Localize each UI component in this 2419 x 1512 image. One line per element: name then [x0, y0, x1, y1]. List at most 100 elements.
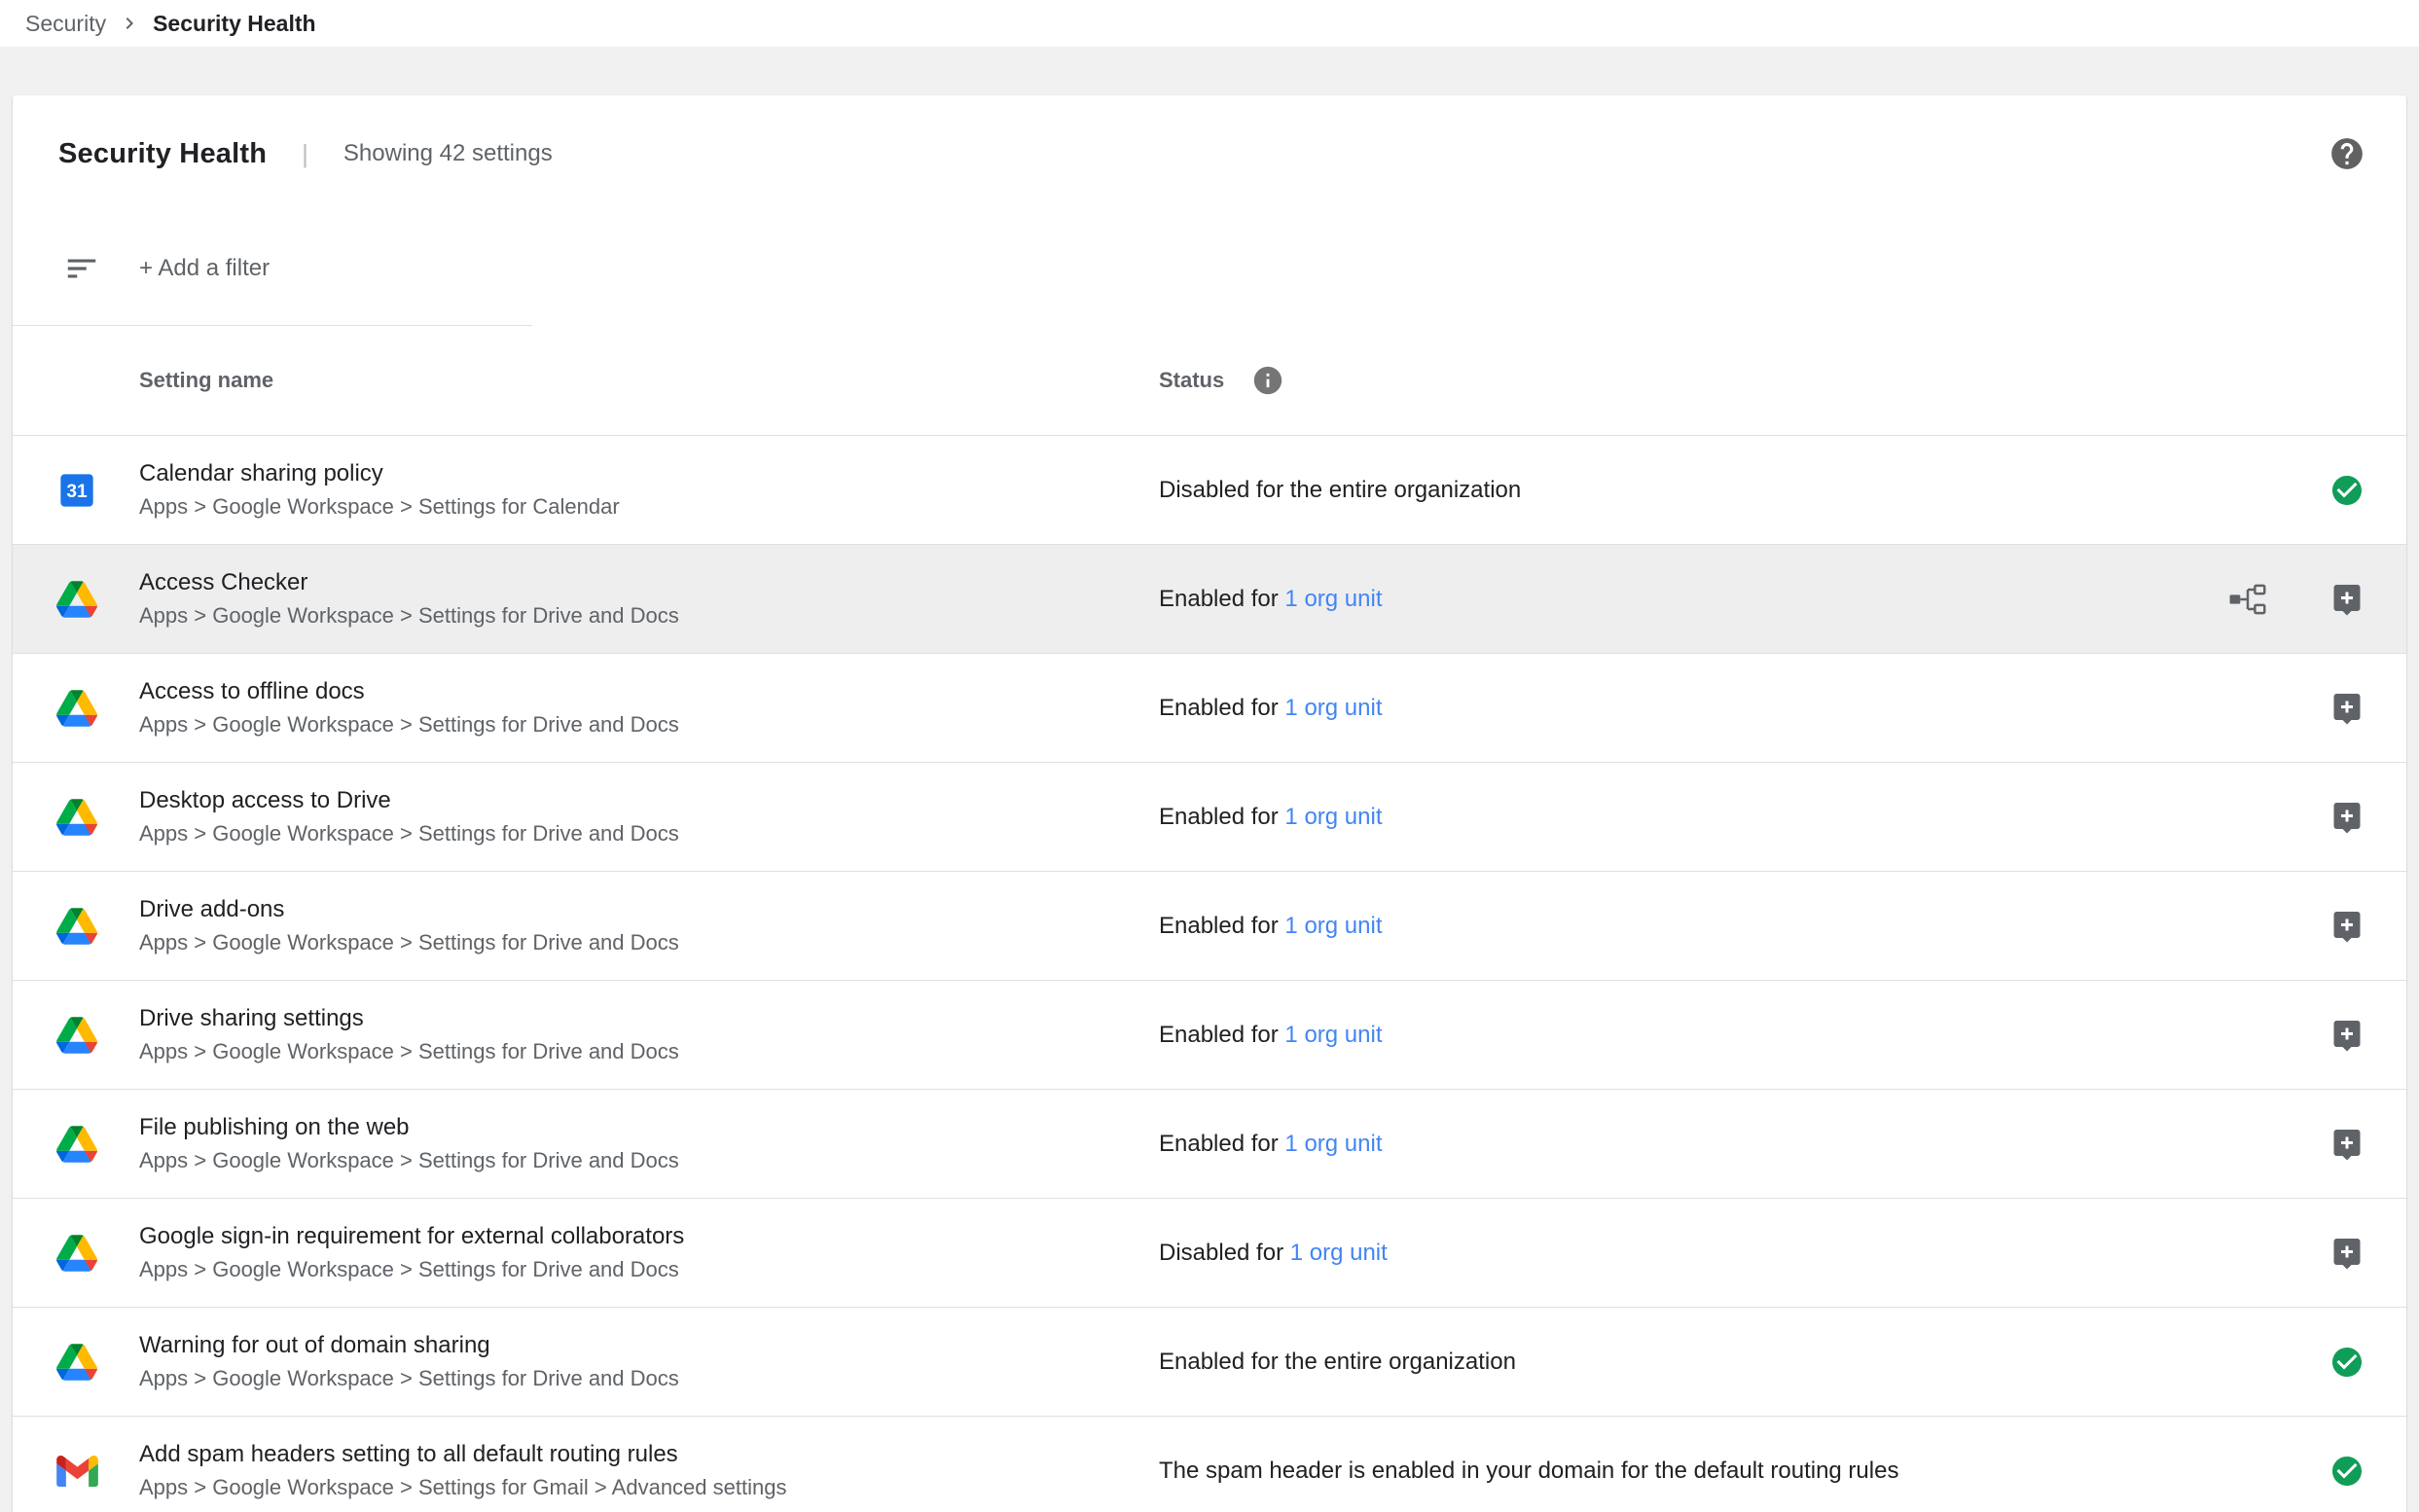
- recommendation-icon[interactable]: [2329, 691, 2365, 726]
- status-text: Enabled for: [1159, 913, 1284, 939]
- drive-icon: [55, 687, 98, 730]
- top-bar: Security Security Health: [0, 0, 2419, 47]
- recommendation-icon[interactable]: [2329, 909, 2365, 944]
- setting-name: Calendar sharing policy: [139, 459, 620, 487]
- status-text: Disabled for: [1159, 1240, 1290, 1266]
- status-column-label[interactable]: Status: [1159, 368, 1224, 393]
- status-text: Enabled for: [1159, 804, 1284, 830]
- setting-status: Enabled for 1 org unit: [1159, 1022, 1383, 1049]
- recommendation-icon[interactable]: [2329, 800, 2365, 835]
- org-unit-link[interactable]: 1 org unit: [1290, 1240, 1388, 1266]
- setting-path: Apps > Google Workspace > Settings for D…: [139, 821, 679, 846]
- setting-path: Apps > Google Workspace > Settings for D…: [139, 930, 679, 955]
- setting-status: Enabled for 1 org unit: [1159, 1131, 1383, 1158]
- status-text: Enabled for: [1159, 1131, 1284, 1157]
- row-actions: [2329, 800, 2365, 835]
- table-row[interactable]: Access to offline docs Apps > Google Wor…: [13, 653, 2406, 762]
- row-actions: [2329, 1236, 2365, 1271]
- row-actions: [2329, 1454, 2365, 1489]
- setting-status: Enabled for the entire organization: [1159, 1349, 1516, 1376]
- filter-bar: + Add a filter: [13, 212, 2406, 325]
- org-unit-link[interactable]: 1 org unit: [1284, 913, 1382, 939]
- table-row[interactable]: Add spam headers setting to all default …: [13, 1416, 2406, 1512]
- setting-name: File publishing on the web: [139, 1113, 679, 1141]
- recommendation-icon[interactable]: [2329, 1018, 2365, 1053]
- table-row[interactable]: Access Checker Apps > Google Workspace >…: [13, 544, 2406, 653]
- setting-name-cell: Access to offline docs Apps > Google Wor…: [139, 677, 679, 738]
- table-row[interactable]: File publishing on the web Apps > Google…: [13, 1089, 2406, 1198]
- setting-name-cell: Drive sharing settings Apps > Google Wor…: [139, 1004, 679, 1064]
- info-icon[interactable]: [1251, 364, 1284, 397]
- status-text: Enabled for: [1159, 695, 1284, 721]
- svg-text:31: 31: [66, 482, 88, 502]
- setting-name-cell: Drive add-ons Apps > Google Workspace > …: [139, 895, 679, 955]
- page-title: Security Health: [58, 138, 267, 170]
- help-icon: [2329, 135, 2365, 172]
- drive-icon: [55, 1341, 98, 1384]
- setting-status: Enabled for 1 org unit: [1159, 804, 1383, 831]
- setting-name: Warning for out of domain sharing: [139, 1331, 679, 1359]
- setting-name-cell: Desktop access to Drive Apps > Google Wo…: [139, 786, 679, 846]
- drive-icon: [55, 1014, 98, 1057]
- setting-status: Enabled for 1 org unit: [1159, 695, 1383, 722]
- breadcrumb-current: Security Health: [153, 11, 315, 37]
- calendar-icon: 31: [55, 469, 98, 512]
- org-unit-link[interactable]: 1 org unit: [1284, 804, 1382, 830]
- column-header-setting-name[interactable]: Setting name: [139, 368, 273, 393]
- status-text: Enabled for: [1159, 586, 1284, 612]
- setting-status: Disabled for the entire organization: [1159, 477, 1521, 504]
- drive-icon: [55, 1123, 98, 1166]
- title-separator: |: [302, 139, 308, 169]
- help-button[interactable]: [2329, 135, 2365, 172]
- table-header: Setting name Status: [13, 326, 2406, 435]
- org-units-icon[interactable]: [2228, 583, 2267, 616]
- table-row[interactable]: Desktop access to Drive Apps > Google Wo…: [13, 762, 2406, 871]
- setting-name: Drive add-ons: [139, 895, 679, 923]
- security-health-card: Security Health | Showing 42 settings + …: [13, 95, 2406, 1512]
- setting-status: Enabled for 1 org unit: [1159, 586, 1383, 613]
- setting-path: Apps > Google Workspace > Settings for C…: [139, 494, 620, 520]
- setting-name-cell: Calendar sharing policy Apps > Google Wo…: [139, 459, 620, 520]
- setting-name-cell: Add spam headers setting to all default …: [139, 1440, 786, 1500]
- setting-path: Apps > Google Workspace > Settings for D…: [139, 1039, 679, 1064]
- org-unit-link[interactable]: 1 org unit: [1284, 586, 1382, 612]
- settings-table: 31 Calendar sharing policy Apps > Google…: [13, 435, 2406, 1512]
- recommendation-icon[interactable]: [2329, 1236, 2365, 1271]
- table-row[interactable]: Drive sharing settings Apps > Google Wor…: [13, 980, 2406, 1089]
- add-filter-button[interactable]: + Add a filter: [139, 255, 270, 282]
- org-unit-link[interactable]: 1 org unit: [1284, 1022, 1382, 1048]
- setting-status: Enabled for 1 org unit: [1159, 913, 1383, 940]
- setting-status: The spam header is enabled in your domai…: [1159, 1458, 1898, 1485]
- settings-count: Showing 42 settings: [343, 140, 553, 167]
- card-header: Security Health | Showing 42 settings: [13, 95, 2406, 212]
- drive-icon: [55, 905, 98, 948]
- filter-icon[interactable]: [63, 250, 100, 287]
- setting-name: Access Checker: [139, 568, 679, 596]
- status-ok-icon: [2329, 1345, 2365, 1380]
- row-actions: [2329, 1127, 2365, 1162]
- recommendation-icon[interactable]: [2329, 1127, 2365, 1162]
- status-text: The spam header is enabled in your domai…: [1159, 1458, 1898, 1484]
- table-row[interactable]: Drive add-ons Apps > Google Workspace > …: [13, 871, 2406, 980]
- recommendation-icon[interactable]: [2329, 582, 2365, 617]
- row-actions: [2329, 909, 2365, 944]
- row-actions: [2329, 1345, 2365, 1380]
- breadcrumb: Security Security Health: [25, 11, 316, 37]
- breadcrumb-chevron-icon: [118, 12, 141, 35]
- gmail-icon: [55, 1450, 98, 1493]
- table-row[interactable]: 31 Calendar sharing policy Apps > Google…: [13, 435, 2406, 544]
- drive-icon: [55, 796, 98, 839]
- setting-name-cell: File publishing on the web Apps > Google…: [139, 1113, 679, 1173]
- status-ok-icon: [2329, 1454, 2365, 1489]
- breadcrumb-security[interactable]: Security: [25, 11, 106, 37]
- setting-name-cell: Google sign-in requirement for external …: [139, 1222, 684, 1282]
- table-row[interactable]: Warning for out of domain sharing Apps >…: [13, 1307, 2406, 1416]
- setting-path: Apps > Google Workspace > Settings for D…: [139, 1148, 679, 1173]
- setting-name-cell: Access Checker Apps > Google Workspace >…: [139, 568, 679, 629]
- table-row[interactable]: Google sign-in requirement for external …: [13, 1198, 2406, 1307]
- page-body: Security Health | Showing 42 settings + …: [0, 47, 2419, 1512]
- status-text: Enabled for: [1159, 1022, 1284, 1048]
- org-unit-link[interactable]: 1 org unit: [1284, 695, 1382, 721]
- setting-name: Access to offline docs: [139, 677, 679, 705]
- org-unit-link[interactable]: 1 org unit: [1284, 1131, 1382, 1157]
